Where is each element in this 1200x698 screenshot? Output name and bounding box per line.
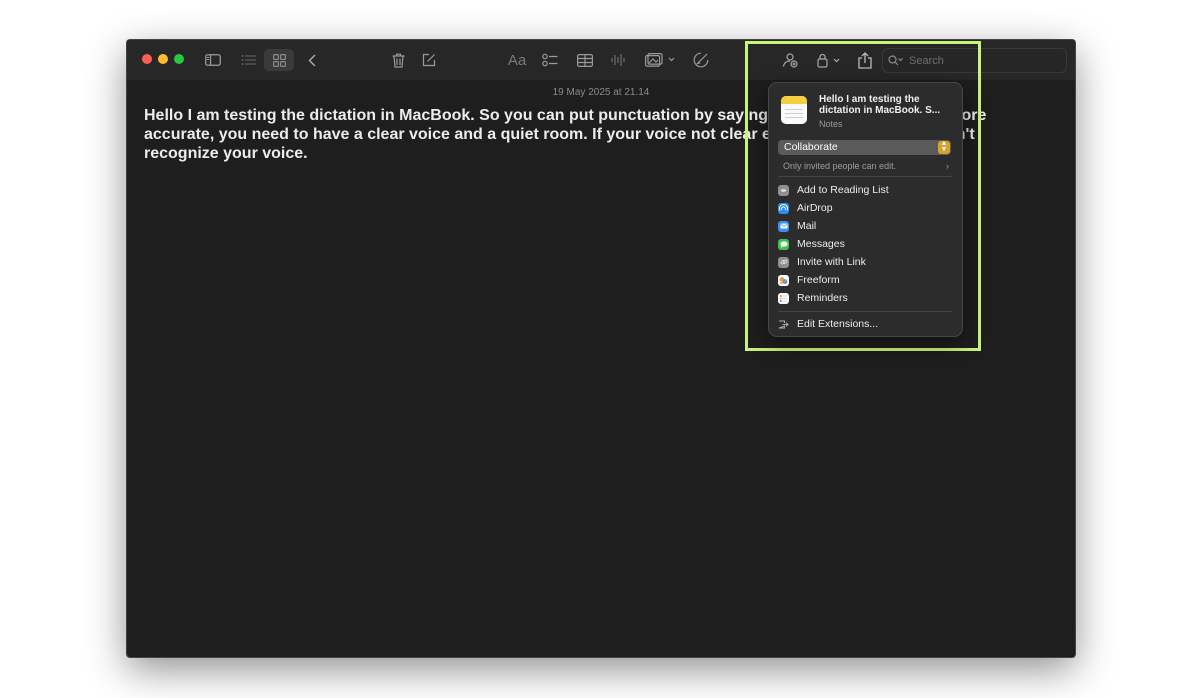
sidebar-toggle-icon[interactable] (202, 49, 224, 71)
share-item-messages[interactable]: Messages (778, 236, 952, 252)
share-item-label: Add to Reading List (797, 184, 889, 196)
reminders-icon (778, 292, 789, 304)
share-item-label: Messages (797, 238, 845, 250)
share-item-label: Freeform (797, 274, 840, 286)
markup-icon[interactable] (691, 49, 711, 71)
gallery-view-icon[interactable] (264, 49, 294, 71)
permission-text: Only invited people can edit. (783, 161, 897, 171)
share-item-freeform[interactable]: Freeform (778, 272, 952, 288)
edit-extensions-label: Edit Extensions... (797, 318, 879, 330)
share-item-label: Invite with Link (797, 256, 866, 268)
extensions-icon (778, 319, 789, 330)
media-menu-icon[interactable] (643, 49, 677, 71)
share-item-label: Mail (797, 220, 817, 232)
link-icon (778, 256, 789, 268)
compose-note-icon[interactable] (419, 49, 439, 71)
edit-extensions-item[interactable]: Edit Extensions... (778, 316, 952, 332)
close-button[interactable] (142, 54, 152, 64)
checklist-icon[interactable] (540, 49, 560, 71)
shared-note-title: Hello I am testing the dictation in MacB… (819, 94, 941, 116)
list-view-icon[interactable] (237, 49, 259, 71)
format-text-button[interactable]: Aa (505, 49, 529, 71)
collaborate-dropdown[interactable]: Collaborate ▲ ▼ (778, 140, 951, 155)
share-item-mail[interactable]: Mail (778, 218, 952, 234)
delete-trash-icon[interactable] (388, 49, 408, 71)
collaborate-label: Collaborate (784, 141, 838, 153)
audio-waveform-icon[interactable] (608, 49, 628, 71)
share-item-reminders[interactable]: Reminders (778, 290, 952, 306)
share-item-label: Reminders (797, 292, 848, 304)
share-item-invite-link[interactable]: Invite with Link (778, 254, 952, 270)
reading-list-icon (778, 184, 789, 196)
minimize-button[interactable] (158, 54, 168, 64)
messages-icon (778, 238, 789, 250)
share-popover: Hello I am testing the dictation in MacB… (768, 82, 963, 337)
divider (778, 176, 952, 177)
notes-app-icon (781, 96, 807, 124)
divider (778, 311, 952, 312)
permission-setting[interactable]: Only invited people can edit. › (783, 161, 949, 171)
mail-icon (778, 220, 789, 232)
shared-app-name: Notes (819, 119, 843, 129)
airdrop-icon (778, 202, 789, 214)
table-icon[interactable] (575, 49, 595, 71)
zoom-button[interactable] (174, 54, 184, 64)
share-item-label: AirDrop (797, 202, 833, 214)
share-item-airdrop[interactable]: AirDrop (778, 200, 952, 216)
back-chevron-icon[interactable] (303, 49, 321, 71)
freeform-icon (778, 274, 789, 286)
share-item-reading-list[interactable]: Add to Reading List (778, 182, 952, 198)
popup-stepper-icon: ▲ ▼ (938, 140, 950, 154)
chevron-right-icon: › (946, 161, 949, 171)
